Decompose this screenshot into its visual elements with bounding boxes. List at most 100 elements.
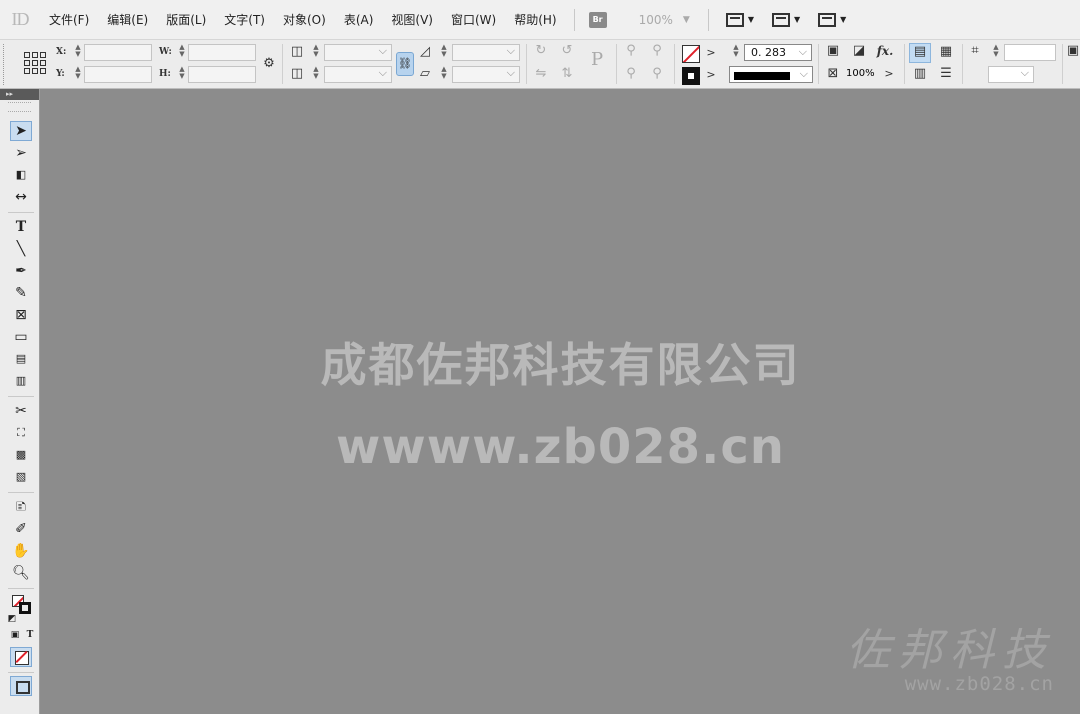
free-transform-icon[interactable]: ⛶ xyxy=(10,423,32,443)
x-stepper[interactable]: ▲ ▼ xyxy=(74,44,82,60)
rectangle-frame-icon[interactable]: ⊠ xyxy=(10,305,32,325)
scissors-icon[interactable]: ✂ xyxy=(10,401,32,421)
rotate-cw-icon[interactable]: ↻ xyxy=(532,43,550,59)
stroke-menu-icon[interactable]: > xyxy=(702,67,720,83)
select-content-icon[interactable]: ⚲ xyxy=(622,66,640,82)
flip-vertical-icon[interactable]: ⇅ xyxy=(558,66,576,82)
stroke-type-preview xyxy=(734,72,790,80)
menu-help[interactable]: 帮助(H) xyxy=(505,0,565,40)
rectangle-icon[interactable]: ▭ xyxy=(10,327,32,347)
menu-view[interactable]: 视图(V) xyxy=(382,0,442,40)
eyedropper-icon[interactable]: ✐ xyxy=(10,519,32,539)
y-field[interactable] xyxy=(84,66,152,83)
control-panel: X: ▲▼ Y: ▲▼ W: ▲▼ H: ▲▼ ⚙ ◫ ▲▼ ◫ ▲▼ ⛓ ◿ … xyxy=(0,40,1080,89)
formatting-container-icon[interactable]: ▣ xyxy=(8,629,22,641)
scale-y-field[interactable] xyxy=(324,66,392,83)
scale-x-stepper[interactable]: ▲ ▼ xyxy=(312,44,320,60)
text-wrap-bounding-icon[interactable]: ▦ xyxy=(937,44,955,60)
arrange-documents-button[interactable]: ▼ xyxy=(818,12,847,27)
rotate-ccw-icon[interactable]: ↺ xyxy=(558,43,576,59)
stroke-weight-stepper[interactable]: ▲ ▼ xyxy=(732,44,740,60)
select-previous-icon[interactable]: ⚲ xyxy=(648,43,666,59)
opacity-menu-icon[interactable]: > xyxy=(880,66,898,82)
corner-size-field[interactable] xyxy=(1004,44,1056,61)
zoom-dropdown-icon[interactable]: ▼ xyxy=(683,15,690,25)
menu-edit[interactable]: 编辑(E) xyxy=(98,0,157,40)
gap-icon[interactable]: ↔ xyxy=(10,187,32,207)
pen-icon[interactable]: ✒ xyxy=(10,261,32,281)
menu-file[interactable]: 文件(F) xyxy=(40,0,98,40)
default-colors-icon[interactable]: ◩ xyxy=(6,613,18,625)
line-icon[interactable]: ╲ xyxy=(10,239,32,259)
constrain-proportions-icon[interactable]: ⚙ xyxy=(260,56,278,72)
selection-icon[interactable]: ➤ xyxy=(10,121,32,141)
corner-size-stepper[interactable]: ▲ ▼ xyxy=(992,44,1000,60)
reference-point-icon[interactable] xyxy=(24,52,46,74)
drop-shadow-icon[interactable]: ▣ xyxy=(824,43,842,59)
note-icon[interactable]: 🗈 xyxy=(10,497,32,517)
menu-type[interactable]: 文字(T) xyxy=(215,0,274,40)
formatting-text-icon[interactable]: T xyxy=(24,629,36,641)
screen-mode-icon[interactable] xyxy=(10,676,32,696)
direct-selection-icon[interactable]: ➢ xyxy=(10,143,32,163)
shear-stepper[interactable]: ▲ ▼ xyxy=(440,66,448,82)
view-options-button[interactable]: ▼ xyxy=(725,12,754,27)
stroke-weight-field[interactable]: 0. 283 xyxy=(744,44,812,61)
menu-window[interactable]: 窗口(W) xyxy=(442,0,505,40)
menu-object[interactable]: 对象(O) xyxy=(274,0,335,40)
menu-layout[interactable]: 版面(L) xyxy=(157,0,215,40)
indesign-window: ID 文件(F) 编辑(E) 版面(L) 文字(T) 对象(O) 表(A) 视图… xyxy=(0,0,1080,714)
select-next-icon[interactable]: ⚲ xyxy=(648,66,666,82)
tools-panel-collapse-icon[interactable]: ▸▸ xyxy=(0,89,39,100)
gradient-swatch-icon[interactable]: ▩ xyxy=(10,445,32,465)
zoom-icon[interactable]: 🔍︎ xyxy=(10,563,32,583)
pencil-icon[interactable]: ✎ xyxy=(10,283,32,303)
select-container-icon[interactable]: ⚲ xyxy=(622,43,640,59)
shadow-icon[interactable]: ◪ xyxy=(850,43,868,59)
screen-mode-button[interactable]: ▼ xyxy=(771,12,800,27)
fill-none-swatch[interactable] xyxy=(682,45,700,63)
h-stepper[interactable]: ▲ ▼ xyxy=(178,66,186,82)
text-wrap-shape-icon[interactable]: ▥ xyxy=(911,66,929,82)
y-stepper[interactable]: ▲ ▼ xyxy=(74,66,82,82)
proxy-icon[interactable]: P xyxy=(588,51,606,69)
fill-menu-icon[interactable]: > xyxy=(702,45,720,61)
panel-menu-icon[interactable]: ▣ xyxy=(1064,43,1080,59)
text-wrap-none-icon: ▤ xyxy=(913,44,927,59)
rotation-stepper[interactable]: ▲ ▼ xyxy=(440,44,448,60)
w-stepper[interactable]: ▲ ▼ xyxy=(178,44,186,60)
bridge-button[interactable]: Br xyxy=(588,11,607,28)
gradient-feather-icon[interactable]: ▧ xyxy=(10,467,32,487)
chevron-down-icon: ▼ xyxy=(840,15,847,24)
rotation-field[interactable] xyxy=(452,44,520,61)
chevron-down-icon: ▼ xyxy=(747,15,754,24)
x-field[interactable] xyxy=(84,44,152,61)
tool-separator xyxy=(8,672,34,673)
hand-icon[interactable]: ✋ xyxy=(10,541,32,561)
flip-horizontal-icon[interactable]: ⇋ xyxy=(532,66,550,82)
vertical-grid-icon[interactable]: ▥ xyxy=(10,371,32,391)
page-icon[interactable]: ◧ xyxy=(10,165,32,185)
scale-y-stepper[interactable]: ▲ ▼ xyxy=(312,66,320,82)
corner-shape-select[interactable] xyxy=(988,66,1034,83)
chain-link-icon[interactable]: ⛓ xyxy=(396,52,414,76)
shear-field[interactable] xyxy=(452,66,520,83)
menu-table[interactable]: 表(A) xyxy=(335,0,383,40)
stroke-black-swatch[interactable] xyxy=(682,67,700,85)
effects-icon[interactable]: fx. xyxy=(876,43,894,59)
pasteboard[interactable]: 成都佐邦科技有限公司 wwww.zb028.cn 佐邦科技 www.zb028.… xyxy=(41,89,1080,714)
horizontal-grid-icon[interactable]: ▤ xyxy=(10,349,32,369)
type-icon[interactable]: T xyxy=(10,217,32,237)
w-field[interactable] xyxy=(188,44,256,61)
opacity-field[interactable]: 100% xyxy=(846,66,880,83)
text-wrap-jump-icon[interactable]: ☰ xyxy=(937,66,955,82)
stroke-swatch[interactable] xyxy=(19,602,31,614)
h-field[interactable] xyxy=(188,66,256,83)
view-options-icon xyxy=(725,12,744,27)
panel-grip[interactable] xyxy=(3,44,7,85)
zoom-level[interactable]: 100% xyxy=(639,13,673,27)
apply-none-icon[interactable] xyxy=(10,647,32,667)
scale-x-field[interactable] xyxy=(324,44,392,61)
panel-grip[interactable] xyxy=(8,102,31,112)
corner-options-icon[interactable]: ⌗ xyxy=(966,43,984,59)
